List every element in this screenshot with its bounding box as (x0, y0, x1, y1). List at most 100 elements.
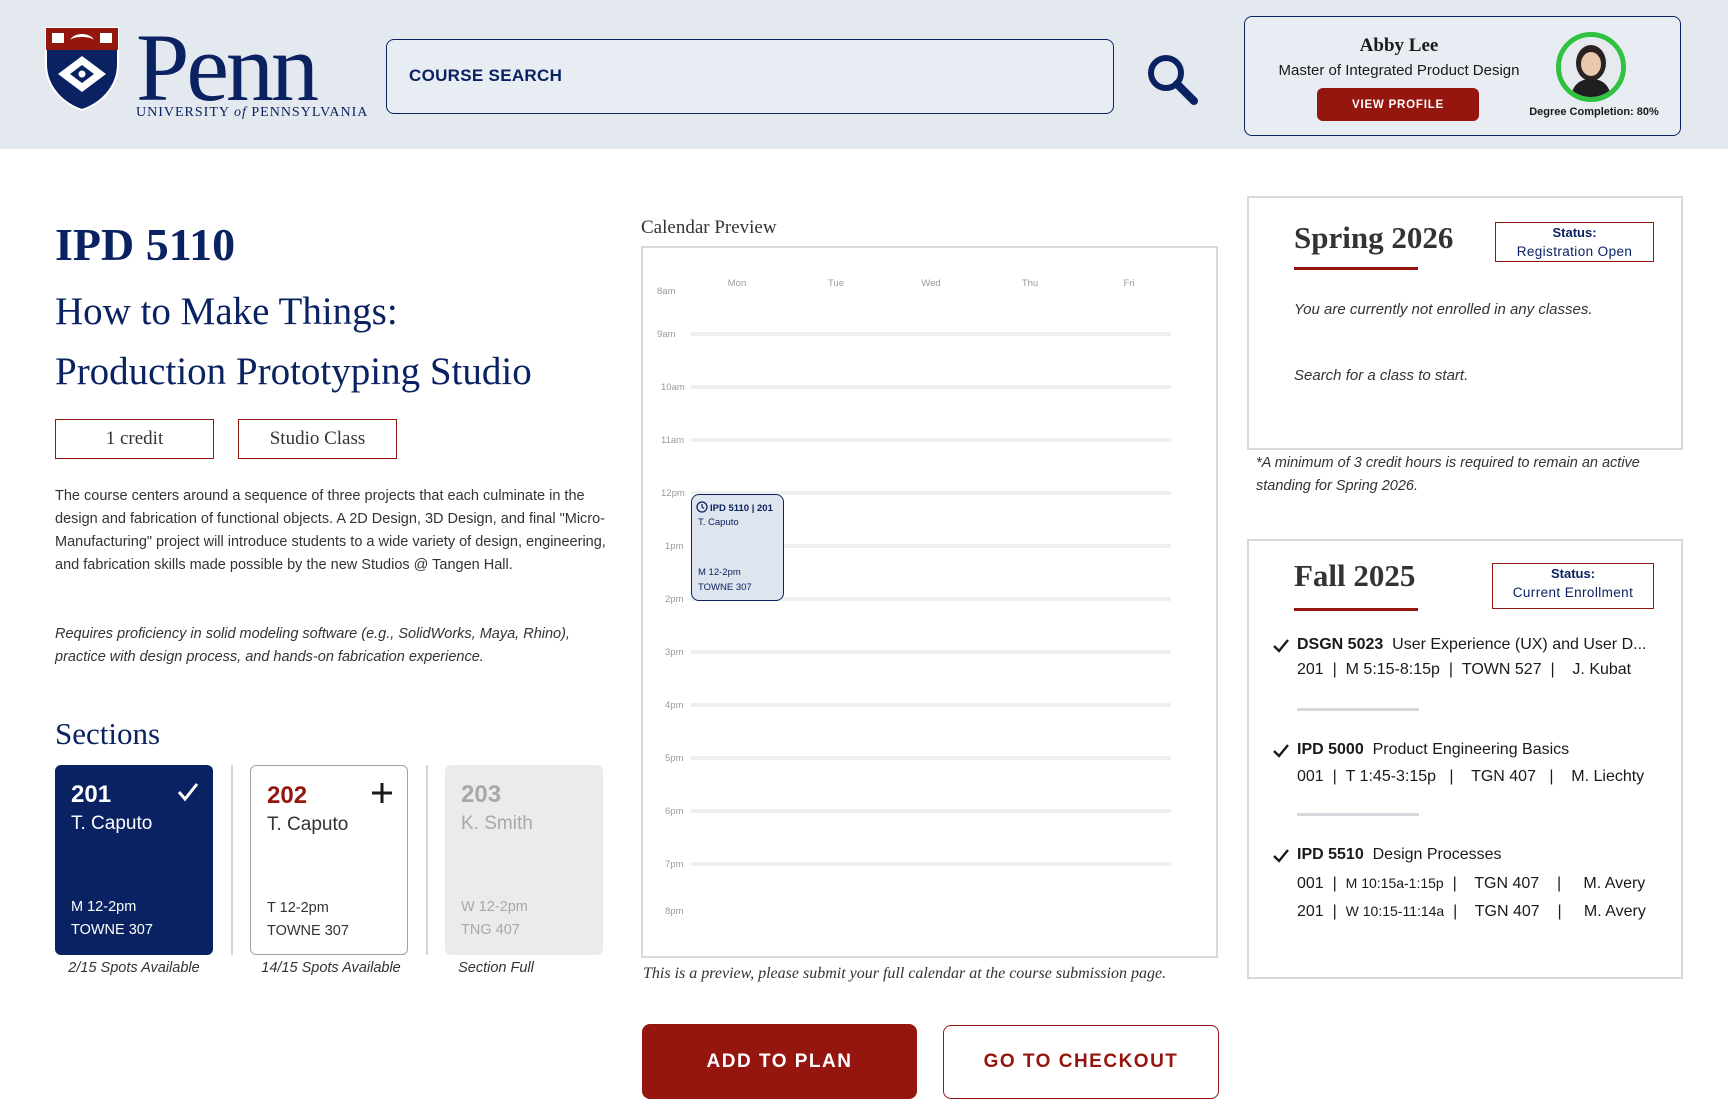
section-card-202[interactable]: 202 T. Caputo T 12-2pm TOWNE 307 (250, 765, 408, 955)
credit-tag: 1 credit (55, 419, 214, 459)
section-spots-203: Section Full (458, 960, 534, 976)
section-room: TOWNE 307 (71, 922, 153, 938)
section-instructor: T. Caputo (267, 814, 349, 835)
course-section-row: 001 | M 10:15a-1:15p | TGN 407 | M. Aver… (1297, 875, 1646, 892)
clock-icon (696, 501, 708, 513)
status-value: Registration Open (1516, 244, 1633, 259)
calendar-gridline (691, 809, 1171, 813)
term-title: Fall 2025 (1294, 558, 1416, 593)
section-spots-201: 2/15 Spots Available (68, 960, 200, 976)
course-heading: IPD 5510 Design Processes (1297, 846, 1502, 863)
profile-card: Abby Lee Master of Integrated Product De… (1244, 16, 1681, 136)
section-time: W 12-2pm (461, 899, 528, 915)
logo-wordmark: Penn (136, 14, 319, 121)
section-divider (426, 765, 428, 955)
event-instructor: T. Caputo (698, 517, 739, 528)
calendar-preview: Mon Tue Wed Thu Fri 8am 9am 10am 11am 12… (641, 246, 1218, 958)
section-instructor: K. Smith (461, 813, 533, 834)
check-icon (1273, 849, 1289, 863)
course-title-line-1: How to Make Things: (55, 290, 398, 333)
section-number: 203 (461, 781, 502, 808)
event-title: IPD 5110 | 201 (710, 503, 773, 514)
calendar-day-mon: Mon (727, 278, 747, 289)
profile-name: Abby Lee (1359, 35, 1439, 56)
class-type-tag: Studio Class (238, 419, 397, 459)
section-time: T 12-2pm (267, 900, 329, 916)
section-card-203: 203 K. Smith W 12-2pm TNG 407 (445, 765, 603, 955)
section-spots-202: 14/15 Spots Available (261, 960, 401, 976)
section-card-201[interactable]: 201 T. Caputo M 12-2pm TOWNE 307 (55, 765, 213, 955)
add-to-plan-button[interactable]: ADD TO PLAN (642, 1024, 917, 1099)
degree-completion: Degree Completion: 80% (1529, 106, 1659, 118)
section-room: TNG 407 (461, 922, 520, 938)
search-prompt: Search for a class to start. (1294, 367, 1469, 384)
profile-program: Master of Integrated Product Design (1278, 62, 1520, 79)
section-divider (231, 765, 233, 955)
calendar-gridline (691, 862, 1171, 866)
user-avatar-icon (1561, 37, 1621, 97)
status-value: Current Enrollment (1512, 585, 1634, 600)
top-header: Penn UNIVERSITY of PENNSYLVANIA Abby Lee… (0, 0, 1728, 149)
spring-term-card: Spring 2026 Status: Registration Open Yo… (1247, 196, 1683, 450)
term-underline (1294, 267, 1418, 270)
search-icon (1148, 55, 1198, 105)
event-time: M 12-2pm (698, 567, 741, 578)
calendar-hour: 8pm (665, 906, 684, 917)
course-description: The course centers around a sequence of … (55, 488, 606, 573)
course-search-input[interactable] (409, 40, 1089, 112)
section-instructor: T. Caputo (71, 813, 153, 834)
status-badge: Status: Current Enrollment (1492, 563, 1654, 609)
check-icon (177, 783, 199, 802)
calendar-gridline (691, 703, 1171, 707)
course-section-row: 201 | M 5:15-8:15p | TOWN 527 | J. Kubat (1297, 661, 1632, 678)
check-icon (1273, 744, 1289, 758)
section-number: 202 (267, 782, 308, 809)
calendar-gridline (691, 332, 1171, 336)
calendar-event[interactable]: IPD 5110 | 201 T. Caputo M 12-2pm TOWNE … (691, 494, 784, 601)
calendar-note: This is a preview, please submit your fu… (643, 965, 1167, 982)
calendar-day-thu: Thu (1021, 278, 1039, 289)
course-heading: IPD 5000 Product Engineering Basics (1297, 741, 1570, 758)
fall-term-card: Fall 2025 Status: Current Enrollment DSG… (1247, 539, 1683, 979)
calendar-gridline (691, 756, 1171, 760)
event-room: TOWNE 307 (698, 582, 752, 593)
section-time: M 12-2pm (71, 899, 137, 915)
calendar-day-tue: Tue (827, 278, 845, 289)
section-room: TOWNE 307 (267, 923, 349, 939)
section-number: 201 (71, 781, 112, 808)
status-badge: Status: Registration Open (1495, 222, 1654, 262)
course-heading: DSGN 5023 User Experience (UX) and User … (1297, 636, 1647, 653)
course-divider (1297, 813, 1419, 816)
calendar-hour: 8am (657, 286, 676, 297)
course-section-row: 001 | T 1:45-3:15p | TGN 407 | M. Liecht… (1297, 768, 1645, 785)
status-label: Status: (1550, 566, 1596, 581)
term-title: Spring 2026 (1294, 220, 1454, 255)
course-title: How to Make Things: Production Prototypi… (55, 282, 615, 402)
calendar-preview-label: Calendar Preview (641, 217, 777, 238)
status-label: Status: (1552, 225, 1597, 240)
course-search-field[interactable] (386, 39, 1114, 114)
credit-minimum-note: *A minimum of 3 credit hours is required… (1256, 455, 1640, 494)
search-button[interactable] (1140, 46, 1204, 110)
penn-shield-icon (45, 27, 119, 112)
calendar-day-wed: Wed (921, 278, 941, 289)
course-code: IPD 5110 (55, 219, 236, 270)
check-icon (1273, 639, 1289, 653)
course-section-row: 201 | W 10:15-11:14a | TGN 407 | M. Aver… (1297, 903, 1646, 920)
calendar-gridline (691, 650, 1171, 654)
go-to-checkout-button[interactable]: GO TO CHECKOUT (943, 1025, 1219, 1099)
course-title-line-2: Production Prototyping Studio (55, 350, 532, 393)
calendar-gridline (691, 385, 1171, 389)
plus-icon[interactable] (369, 780, 395, 806)
course-requirements: Requires proficiency in solid modeling s… (55, 626, 570, 665)
course-divider (1297, 708, 1419, 711)
view-profile-button[interactable]: VIEW PROFILE (1317, 88, 1479, 121)
logo-subtitle: UNIVERSITY of PENNSYLVANIA (136, 105, 369, 120)
penn-logo[interactable]: Penn UNIVERSITY of PENNSYLVANIA (44, 20, 367, 126)
calendar-gridline (691, 438, 1171, 442)
term-underline (1294, 608, 1418, 611)
calendar-day-fri: Fri (1123, 278, 1135, 289)
avatar[interactable] (1556, 32, 1626, 102)
enrollment-message: You are currently not enrolled in any cl… (1294, 301, 1593, 318)
sections-heading: Sections (55, 716, 161, 751)
